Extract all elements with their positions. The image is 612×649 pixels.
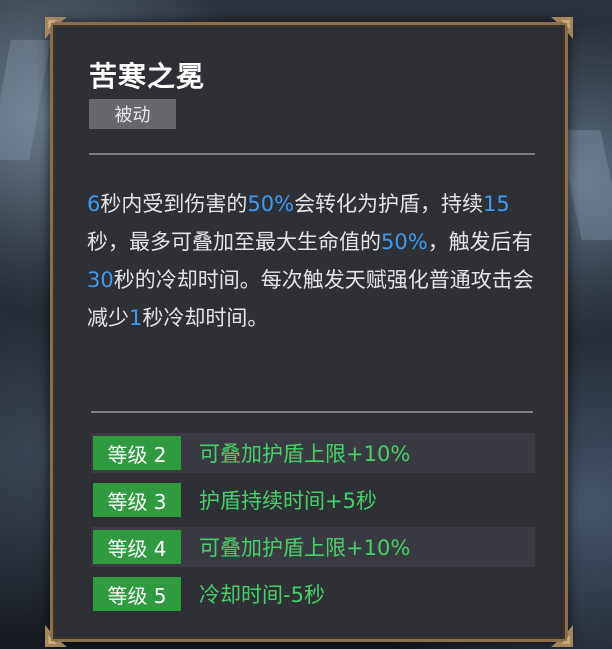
background-art (0, 40, 51, 160)
desc-highlight: 50% (247, 192, 295, 216)
level-effect: 可叠加护盾上限+10% (199, 442, 411, 466)
desc-highlight: 1 (129, 306, 143, 330)
desc-highlight: 6 (87, 192, 101, 216)
skill-tooltip-panel: 苦寒之冕 被动 6秒内受到伤害的50%会转化为护盾，持续15秒，最多可叠加至最大… (45, 17, 573, 647)
level-row: 等级 5 冷却时间-5秒 (91, 574, 535, 614)
level-badge: 等级 4 (93, 530, 181, 564)
level-list: 等级 2 可叠加护盾上限+10% 等级 3 护盾持续时间+5秒 等级 4 可叠加… (91, 433, 535, 621)
desc-text: 秒内受到伤害的 (100, 192, 248, 216)
desc-text: 秒冷却时间。 (142, 306, 269, 330)
skill-title: 苦寒之冕 (89, 60, 206, 93)
desc-text: ，触发后有 (427, 230, 533, 254)
level-badge: 等级 5 (93, 577, 181, 611)
corner-ornament-icon (551, 17, 573, 39)
divider (89, 153, 535, 155)
desc-highlight: 30 (87, 268, 114, 292)
desc-text: 秒，最多可叠加至最大生命值的 (87, 230, 381, 254)
divider (91, 411, 533, 413)
corner-ornament-icon (551, 625, 573, 647)
desc-highlight: 15 (483, 192, 510, 216)
level-effect: 可叠加护盾上限+10% (199, 536, 411, 560)
desc-text: 会转化为护盾，持续 (294, 192, 484, 216)
skill-type-tag: 被动 (89, 99, 176, 129)
level-badge: 等级 3 (93, 483, 181, 517)
level-effect: 护盾持续时间+5秒 (199, 489, 377, 513)
corner-ornament-icon (45, 625, 67, 647)
desc-highlight: 50% (381, 230, 428, 254)
level-row: 等级 3 护盾持续时间+5秒 (91, 480, 535, 520)
skill-description: 6秒内受到伤害的50%会转化为护盾，持续15秒，最多可叠加至最大生命值的50%，… (87, 185, 539, 337)
level-badge: 等级 2 (93, 436, 181, 470)
level-row: 等级 4 可叠加护盾上限+10% (91, 527, 535, 567)
corner-ornament-icon (45, 17, 67, 39)
level-row: 等级 2 可叠加护盾上限+10% (91, 433, 535, 473)
level-effect: 冷却时间-5秒 (199, 583, 325, 607)
